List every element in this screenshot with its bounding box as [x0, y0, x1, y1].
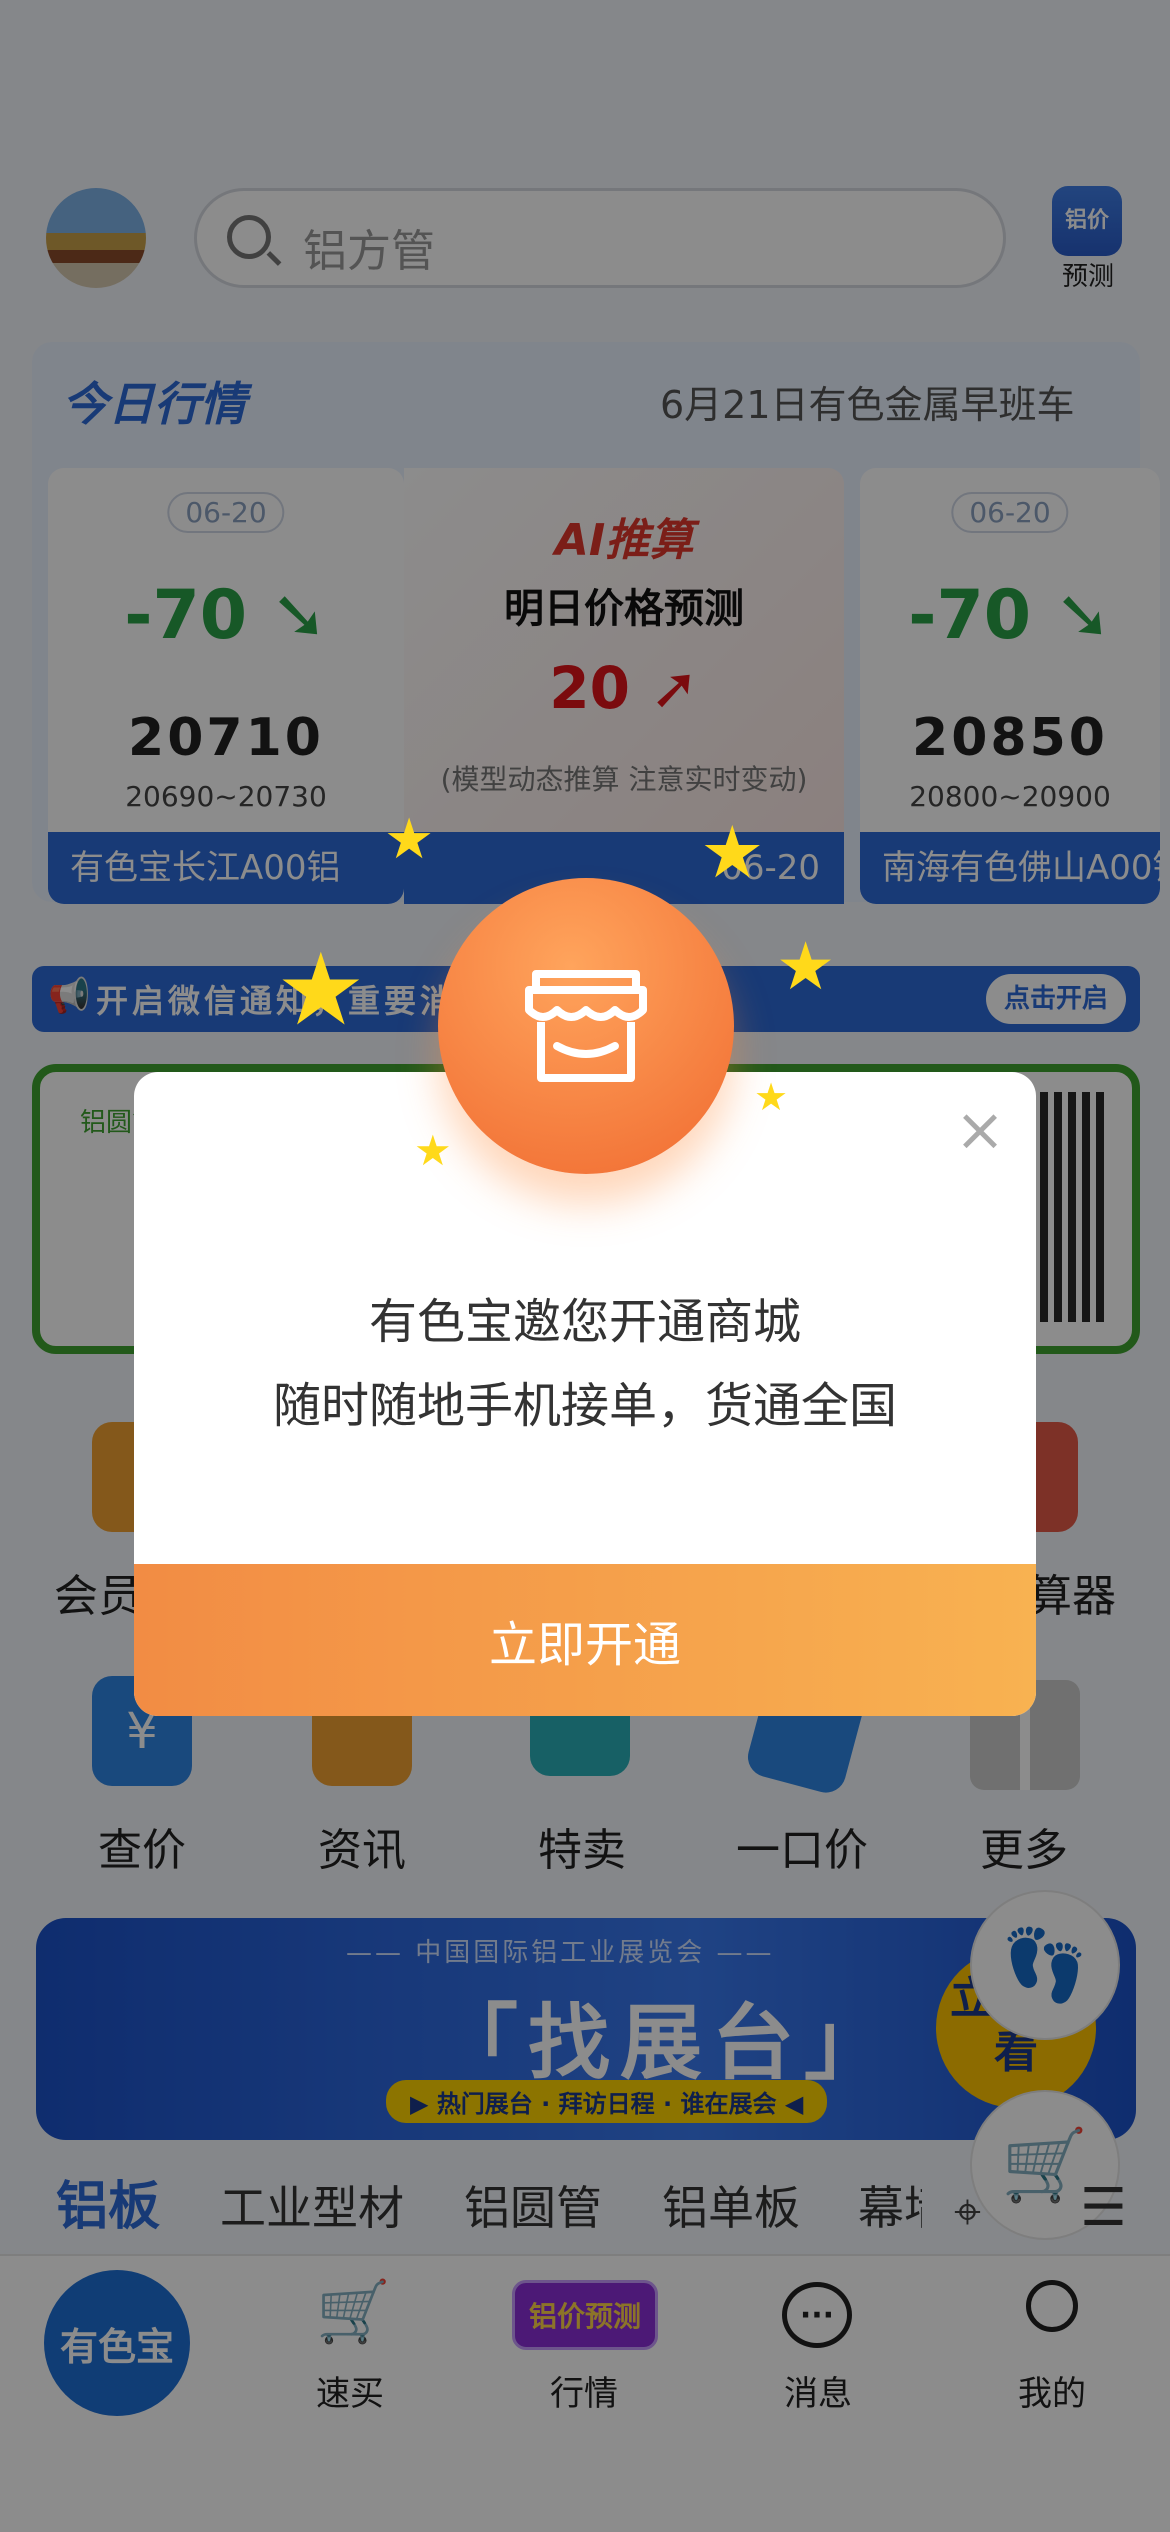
star-icon: ★: [754, 1075, 789, 1119]
modal-line1: 有色宝邀您开通商城: [368, 1294, 801, 1350]
star-icon: ★: [776, 928, 836, 1005]
open-now-button[interactable]: 立即开通: [134, 1564, 1036, 1716]
storefront-icon-graphic: [525, 970, 647, 1082]
star-icon: ★: [384, 807, 435, 872]
close-icon[interactable]: ×: [952, 1100, 1008, 1160]
star-icon: ★: [276, 931, 366, 1048]
storefront-icon: [438, 878, 734, 1174]
modal-line2: 随时随地手机接单，货通全国: [272, 1378, 897, 1434]
star-icon: ★: [700, 810, 765, 894]
star-icon: ★: [414, 1126, 452, 1175]
